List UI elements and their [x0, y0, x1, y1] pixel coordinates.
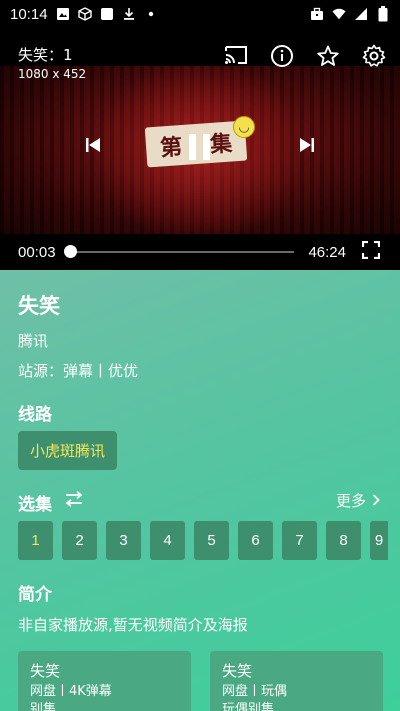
episodes-section-title: 选集 — [18, 495, 52, 515]
episode-button[interactable]: 2 — [62, 521, 97, 560]
smiley-icon: ◡ — [233, 116, 255, 138]
info-button[interactable] — [268, 44, 296, 72]
cast-icon — [223, 45, 249, 71]
player-actions — [222, 44, 388, 72]
fullscreen-button[interactable] — [360, 240, 382, 263]
intro-section-title: 简介 — [18, 585, 52, 605]
intro-text: 非自家播放源,暂无视频简介及海报 — [18, 616, 248, 634]
related-sources: 失笑 网盘丨4K弹幕 别集 失笑 网盘丨玩偶 玩偶别集 — [18, 651, 383, 711]
title-card-left-char: 第 — [159, 134, 184, 162]
more-label: 更多 — [335, 492, 366, 510]
line-chip[interactable]: 小虎斑腾讯 — [18, 431, 118, 470]
settings-button[interactable] — [360, 44, 388, 72]
battery-icon — [376, 6, 390, 22]
more-episodes-link[interactable]: 更多 — [336, 490, 380, 511]
episode-button[interactable]: 4 — [150, 521, 185, 560]
cube-icon — [77, 7, 92, 21]
status-bar: 10:14 — [0, 0, 400, 28]
next-episode-button[interactable] — [294, 134, 320, 160]
image-icon — [56, 7, 70, 21]
star-icon — [316, 44, 340, 72]
episode-button[interactable]: 3 — [106, 521, 141, 560]
episode-button[interactable]: 1 — [18, 521, 53, 560]
sort-toggle-button[interactable] — [64, 491, 84, 507]
video-resolution: 1080 x 452 — [18, 67, 87, 81]
status-time: 10:14 — [10, 5, 48, 23]
chevron-right-icon — [372, 492, 380, 510]
episode-title: 失笑：1 — [18, 46, 73, 64]
seek-thumb[interactable] — [63, 245, 77, 258]
episode-button[interactable]: 9 — [370, 521, 388, 560]
wifi-icon — [332, 7, 346, 21]
skip-previous-icon — [84, 136, 102, 158]
video-player[interactable]: 第 集 ◡ 失笑：1 1080 x 452 00:03 46:24 — [0, 28, 400, 270]
lines-section-title: 线路 — [18, 405, 52, 425]
related-card-sub: 网盘丨4K弹幕 — [30, 684, 112, 699]
skip-next-icon — [298, 136, 316, 158]
current-time: 00:03 — [18, 243, 56, 261]
favorite-button[interactable] — [314, 44, 342, 72]
seek-row: 00:03 46:24 — [0, 234, 400, 270]
episode-button[interactable]: 5 — [194, 521, 229, 560]
related-card-title: 失笑 — [30, 662, 61, 680]
episode-list: 1 2 3 4 5 6 7 8 9 — [18, 521, 388, 561]
seek-bar[interactable] — [63, 245, 295, 258]
duration: 46:24 — [308, 243, 346, 261]
info-icon — [270, 44, 294, 72]
detail-content: 失笑 腾讯 站源：弹幕丨优优 线路 小虎斑腾讯 选集 更多 1 2 3 4 5 … — [0, 270, 400, 711]
status-left: 10:14 — [10, 6, 158, 23]
related-card-extra: 别集 — [30, 702, 57, 711]
settings-icon — [362, 44, 386, 72]
episode-button[interactable]: 7 — [282, 521, 317, 560]
show-platform: 腾讯 — [18, 332, 49, 350]
previous-episode-button[interactable] — [80, 134, 106, 160]
status-right — [310, 6, 390, 22]
player-title-block: 失笑：1 1080 x 452 — [18, 46, 86, 84]
related-card[interactable]: 失笑 网盘丨4K弹幕 别集 — [18, 651, 191, 711]
dot-icon — [144, 7, 158, 21]
pause-icon — [187, 133, 213, 165]
source-selector[interactable]: 站源：弹幕丨优优 — [18, 360, 138, 381]
square-icon — [100, 7, 114, 21]
show-title: 失笑 — [18, 294, 60, 318]
related-card-extra: 玩偶别集 — [222, 702, 275, 711]
related-card-title: 失笑 — [222, 662, 253, 680]
fullscreen-icon — [361, 240, 381, 263]
episode-button[interactable]: 8 — [326, 521, 361, 560]
swap-icon — [64, 491, 84, 511]
pause-button[interactable] — [184, 132, 216, 166]
download-icon — [122, 7, 136, 21]
related-card-sub: 网盘丨玩偶 — [222, 684, 288, 699]
cast-button[interactable] — [222, 44, 250, 72]
episode-button[interactable]: 6 — [238, 521, 273, 560]
briefcase-icon — [310, 7, 324, 21]
signal-icon — [354, 7, 368, 21]
related-card[interactable]: 失笑 网盘丨玩偶 玩偶别集 — [210, 651, 383, 711]
